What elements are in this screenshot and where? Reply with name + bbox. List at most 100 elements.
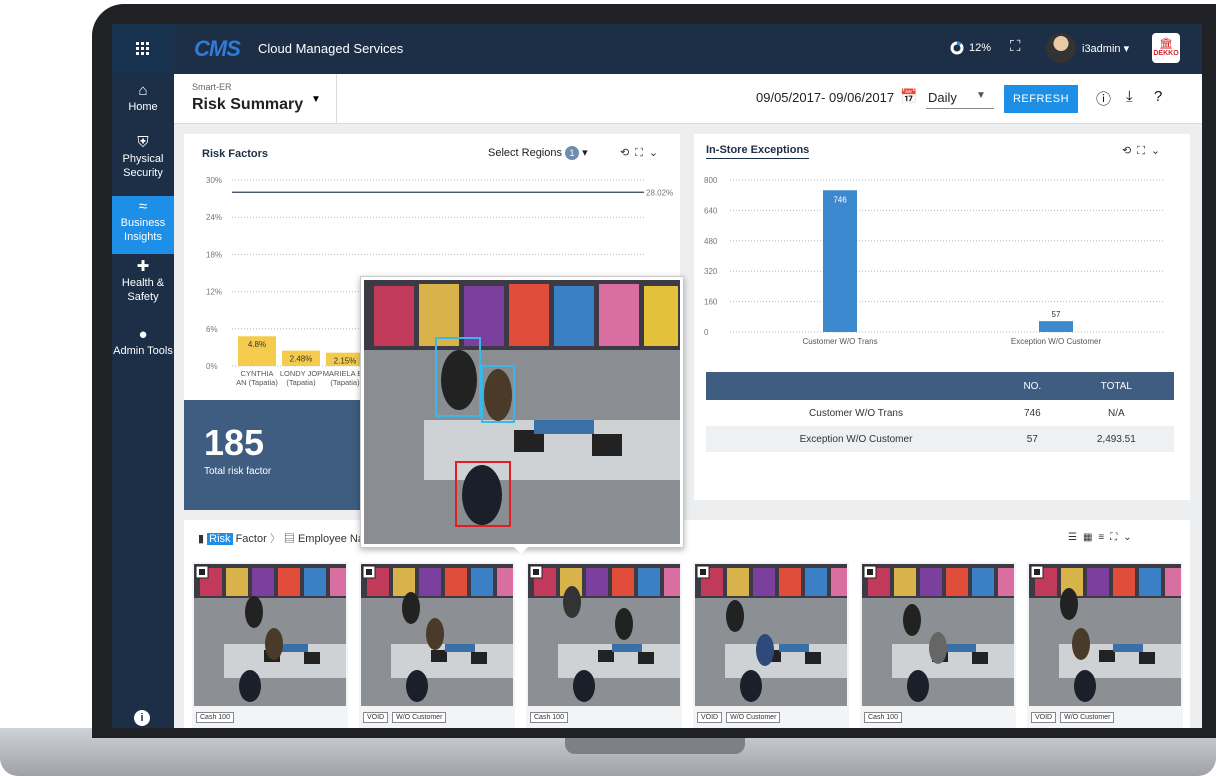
tag-badge[interactable]: W/O Customer [1060, 712, 1115, 723]
data-label: 57 [1052, 310, 1061, 319]
tag-badge[interactable]: Cash 100 [530, 712, 568, 723]
x-tick-label: (Tapatia) [286, 378, 316, 387]
table-cell: Exception W/O Customer [706, 426, 1006, 452]
data-label: 4.8% [248, 340, 266, 349]
info-icon[interactable]: i [134, 710, 150, 726]
select-regions[interactable]: Select Regions 1 ▾ [488, 146, 588, 160]
download-icon[interactable]: ⤓ [1126, 88, 1133, 105]
chevron-down-icon[interactable]: ▼ [311, 94, 321, 105]
y-tick-label: 6% [206, 325, 218, 334]
user-icon: ● [138, 326, 148, 343]
thumbnail-tags: Cash 100 [196, 712, 234, 723]
total-risk-label: Total risk factor [204, 466, 272, 477]
camera-snapshot[interactable] [364, 280, 680, 544]
tag-badge[interactable]: VOID [363, 712, 389, 723]
tag-badge[interactable]: Cash 100 [196, 712, 234, 723]
table-row[interactable]: Customer W/O Trans 746 N/A [706, 400, 1174, 426]
camera-snapshot[interactable] [695, 564, 847, 706]
refresh-button[interactable]: REFRESH [1004, 85, 1078, 113]
table-cell: 746 [1023, 407, 1041, 419]
exceptions-table: NO. TOTAL Customer W/O Trans 746 N/A Exc… [706, 372, 1174, 452]
laptop-notch [565, 738, 745, 754]
video-thumbnail[interactable]: VOID W/O Customer [359, 562, 515, 728]
tag-badge[interactable]: W/O Customer [726, 712, 781, 723]
x-tick-label: (Tapatia) [330, 378, 360, 387]
sidebar-item-business-insights[interactable]: ≈ Business Insights [112, 196, 174, 254]
thumbnail-tags: VOID W/O Customer [697, 712, 781, 723]
thumbnail-tags: VOID W/O Customer [1031, 712, 1115, 723]
thumbnail-tags: Cash 100 [864, 712, 902, 723]
user-menu[interactable]: i3admin ▾ [1082, 42, 1129, 55]
video-thumbnail[interactable]: VOID W/O Customer [1027, 562, 1183, 728]
camera-snapshot[interactable] [194, 564, 346, 706]
thumbnail-tags: VOID W/O Customer [363, 712, 447, 723]
date-range[interactable]: 09/05/2017- 09/06/2017 [756, 90, 894, 105]
sidebar-item-home[interactable]: ⌂ Home [112, 82, 174, 124]
y-tick-label: 320 [704, 267, 718, 276]
cpu-indicator: 12% [950, 41, 991, 55]
avatar[interactable] [1046, 33, 1076, 63]
breadcrumb: Smart-ER [192, 82, 232, 92]
breadcrumb-risk[interactable]: Risk [207, 533, 233, 545]
page-header: Smart-ER Risk Summary ▼ 09/05/2017- 09/0… [174, 74, 1202, 124]
video-thumbnail[interactable]: VOID W/O Customer [693, 562, 849, 728]
period-select[interactable]: Daily [928, 90, 957, 105]
table-header: TOTAL [1058, 372, 1174, 400]
sidebar-item-label: Physical Security [122, 153, 164, 179]
camera-snapshot[interactable] [528, 564, 680, 706]
y-tick-label: 800 [704, 176, 718, 185]
table-header [706, 372, 1006, 400]
sidebar-item-admin-tools[interactable]: ● Admin Tools [112, 326, 174, 386]
tag-badge[interactable]: W/O Customer [392, 712, 447, 723]
sidebar-item-label: Admin Tools [113, 345, 173, 357]
cpu-gauge-icon [950, 41, 964, 55]
chevron-down-icon[interactable]: ▼ [976, 90, 986, 101]
tag-badge[interactable]: VOID [1031, 712, 1057, 723]
popup-pointer [514, 547, 528, 554]
table-row[interactable]: Exception W/O Customer 57 2,493.51 [706, 426, 1174, 452]
x-tick-label: CYNTHIA [241, 369, 274, 378]
card-tools[interactable]: ⟲⛶⌄ [620, 146, 664, 160]
total-risk-box: 185 Total risk factor [184, 400, 360, 510]
data-label: 2.48% [290, 355, 313, 364]
sidebar-item-health-safety[interactable]: ✚ Health & Safety [112, 259, 174, 318]
card-tools[interactable]: ⟲⛶⌄ [1122, 144, 1166, 158]
x-tick-label: AN (Tapatia) [236, 378, 278, 387]
sidebar: ⌂ Home ⛨ Physical Security ≈ Business In… [112, 74, 174, 728]
tag-badge[interactable]: Cash 100 [864, 712, 902, 723]
table-cell: N/A [1107, 407, 1125, 419]
view-tools[interactable]: ☰▦≡⛶⌄ [1068, 532, 1138, 543]
camera-snapshot[interactable] [1029, 564, 1181, 706]
x-tick-label: Exception W/O Customer [1011, 337, 1102, 346]
fullscreen-icon[interactable]: ⛶ [1010, 38, 1021, 55]
info-icon[interactable]: ⓘ [1096, 88, 1111, 109]
y-tick-label: 30% [206, 176, 222, 185]
app-screen: CMS Cloud Managed Services 12% ⛶ i3admin… [112, 24, 1202, 728]
breadcrumb-employee[interactable]: Employee Nar [298, 533, 368, 545]
y-tick-label: 0% [206, 362, 218, 371]
sidebar-item-physical-security[interactable]: ⛨ Physical Security [112, 135, 174, 194]
home-icon: ⌂ [138, 82, 148, 99]
card-title: In-Store Exceptions [706, 144, 810, 159]
y-tick-label: 18% [206, 250, 222, 259]
sidebar-item-label: Home [128, 101, 158, 113]
sidebar-item-label: Health & Safety [121, 277, 165, 303]
exceptions-chart: 0 160 320 480 640 800 746 Customer W/O Trans 57 E… [704, 176, 1164, 346]
breadcrumb-factor[interactable]: Factor [233, 533, 267, 545]
calendar-icon[interactable]: 📅 [900, 88, 917, 105]
app-logo: CMS [194, 36, 241, 61]
video-thumbnail[interactable]: Cash 100 [860, 562, 1016, 728]
camera-snapshot[interactable] [862, 564, 1014, 706]
video-thumbnail[interactable]: Cash 100 [526, 562, 682, 728]
tag-badge[interactable]: VOID [697, 712, 723, 723]
video-preview-popup[interactable] [360, 276, 684, 548]
app-grid-icon[interactable] [112, 24, 174, 74]
x-tick-label: Customer W/O Trans [802, 337, 877, 346]
video-clips-card: ▮ Risk Factor 〉 ▤ Employee Nar ☰▦≡⛶⌄ Cas… [184, 520, 1190, 728]
page-title[interactable]: Risk Summary [192, 96, 303, 114]
breadcrumb: ▮ Risk Factor 〉 ▤ Employee Nar [198, 530, 368, 546]
help-icon[interactable]: ? [1154, 88, 1162, 105]
video-thumbnail[interactable]: Cash 100 [192, 562, 348, 728]
camera-snapshot[interactable] [361, 564, 513, 706]
top-bar: CMS Cloud Managed Services 12% ⛶ i3admin… [112, 24, 1202, 74]
